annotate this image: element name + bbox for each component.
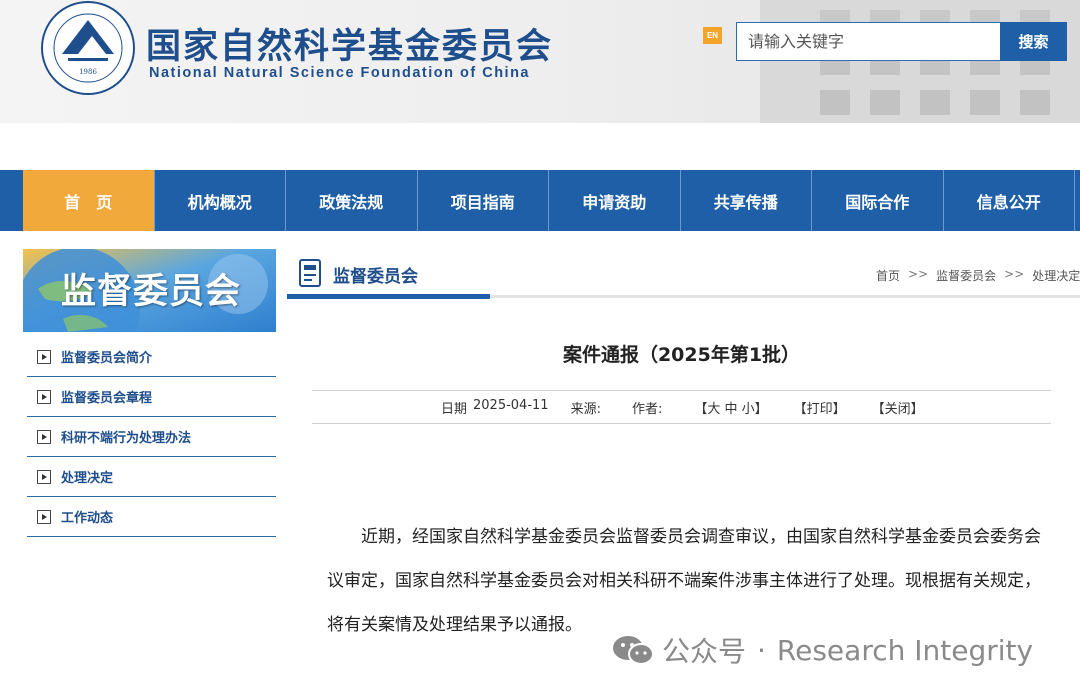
- nsfc-logo: 1986: [41, 1, 135, 95]
- english-version-button[interactable]: EN: [703, 27, 722, 44]
- nav-item-policies[interactable]: 政策法规: [286, 170, 418, 231]
- sidebar-banner-title: 监督委员会: [61, 272, 242, 312]
- article-title: 案件通报（2025年第1批）: [562, 344, 801, 366]
- article-meta: 日期 2025-04-11 来源: 作者: 【大 中 小】 【打印】 【关闭】: [441, 398, 924, 417]
- nav-item-disclosure[interactable]: 信息公开: [944, 170, 1075, 231]
- wechat-watermark: 公众号 · Research Integrity: [612, 630, 1033, 670]
- breadcrumb: 首页 >> 监督委员会 >> 处理决定: [876, 267, 1080, 284]
- breadcrumb-separator: >>: [908, 267, 929, 281]
- building-backdrop: [760, 0, 1080, 123]
- site-title-cn: 国家自然科学基金委员会: [146, 27, 554, 67]
- site-header: 1986 国家自然科学基金委员会 National Natural Scienc…: [0, 0, 1080, 123]
- author-label: 作者:: [631, 402, 663, 417]
- nav-item-international[interactable]: 国际合作: [812, 170, 944, 231]
- search-input[interactable]: [736, 22, 1001, 61]
- sidebar-item-intro[interactable]: 监督委员会简介: [27, 337, 276, 377]
- meta-divider-bottom: [312, 423, 1051, 424]
- sidebar-item-label: 科研不端行为处理办法: [61, 431, 192, 446]
- document-icon: [299, 259, 321, 287]
- close-button[interactable]: 【关闭】: [872, 398, 924, 417]
- sidebar-banner: 监督委员会: [23, 249, 276, 332]
- section-divider-accent: [287, 294, 490, 299]
- breadcrumb-home[interactable]: 首页: [876, 267, 900, 284]
- section-title: 监督委员会: [333, 267, 418, 287]
- nav-item-home[interactable]: 首页: [23, 170, 155, 231]
- sidebar-item-charter[interactable]: 监督委员会章程: [27, 377, 276, 417]
- sidebar-item-label: 监督委员会章程: [61, 391, 153, 406]
- sidebar-item-label: 工作动态: [61, 511, 114, 526]
- source-label: 来源:: [570, 402, 601, 417]
- nav-item-apply[interactable]: 申请资助: [549, 170, 681, 231]
- sidebar-item-news[interactable]: 工作动态: [27, 497, 276, 537]
- wechat-icon: [613, 636, 654, 665]
- main-nav: 首页 机构概况 政策法规 项目指南 申请资助 共享传播 国际合作 信息公开: [0, 170, 1080, 231]
- watermark-name: Research Integrity: [776, 633, 1034, 667]
- breadcrumb-committee[interactable]: 监督委员会: [936, 267, 996, 284]
- article-body: 近期，经国家自然科学基金委员会监督委员会调查审议，由国家自然科学基金委员会委务会…: [327, 527, 1041, 635]
- arrow-right-icon: [37, 389, 51, 404]
- sidebar-menu: 监督委员会简介 监督委员会章程 科研不端行为处理办法 处理决定 工作动态: [27, 337, 276, 537]
- meta-divider-top: [312, 390, 1051, 391]
- font-size-selector[interactable]: 【大 中 小】: [694, 398, 767, 417]
- breadcrumb-current[interactable]: 处理决定: [1032, 267, 1080, 284]
- arrow-right-icon: [37, 429, 51, 444]
- nav-item-guide[interactable]: 项目指南: [418, 170, 549, 231]
- sidebar-item-decisions[interactable]: 处理决定: [27, 457, 276, 497]
- sidebar-item-misconduct-rules[interactable]: 科研不端行为处理办法: [27, 417, 276, 457]
- date-label: 日期: [441, 402, 468, 417]
- watermark-dot: ·: [757, 633, 766, 667]
- sidebar-item-label: 监督委员会简介: [61, 351, 153, 366]
- print-button[interactable]: 【打印】: [794, 398, 846, 417]
- search-button[interactable]: 搜索: [1000, 22, 1067, 61]
- arrow-right-icon: [37, 349, 51, 364]
- arrow-right-icon: [37, 509, 51, 524]
- watermark-account: 公众号: [662, 635, 747, 668]
- arrow-right-icon: [37, 469, 51, 484]
- site-title-en: National Natural Science Foundation of C…: [149, 65, 530, 81]
- nav-item-share[interactable]: 共享传播: [681, 170, 812, 231]
- sidebar-item-label: 处理决定: [61, 471, 114, 486]
- nav-item-organization[interactable]: 机构概况: [155, 170, 286, 231]
- breadcrumb-separator: >>: [1004, 267, 1025, 281]
- svg-text:1986: 1986: [79, 68, 97, 76]
- article-date: 2025-04-11: [473, 398, 549, 413]
